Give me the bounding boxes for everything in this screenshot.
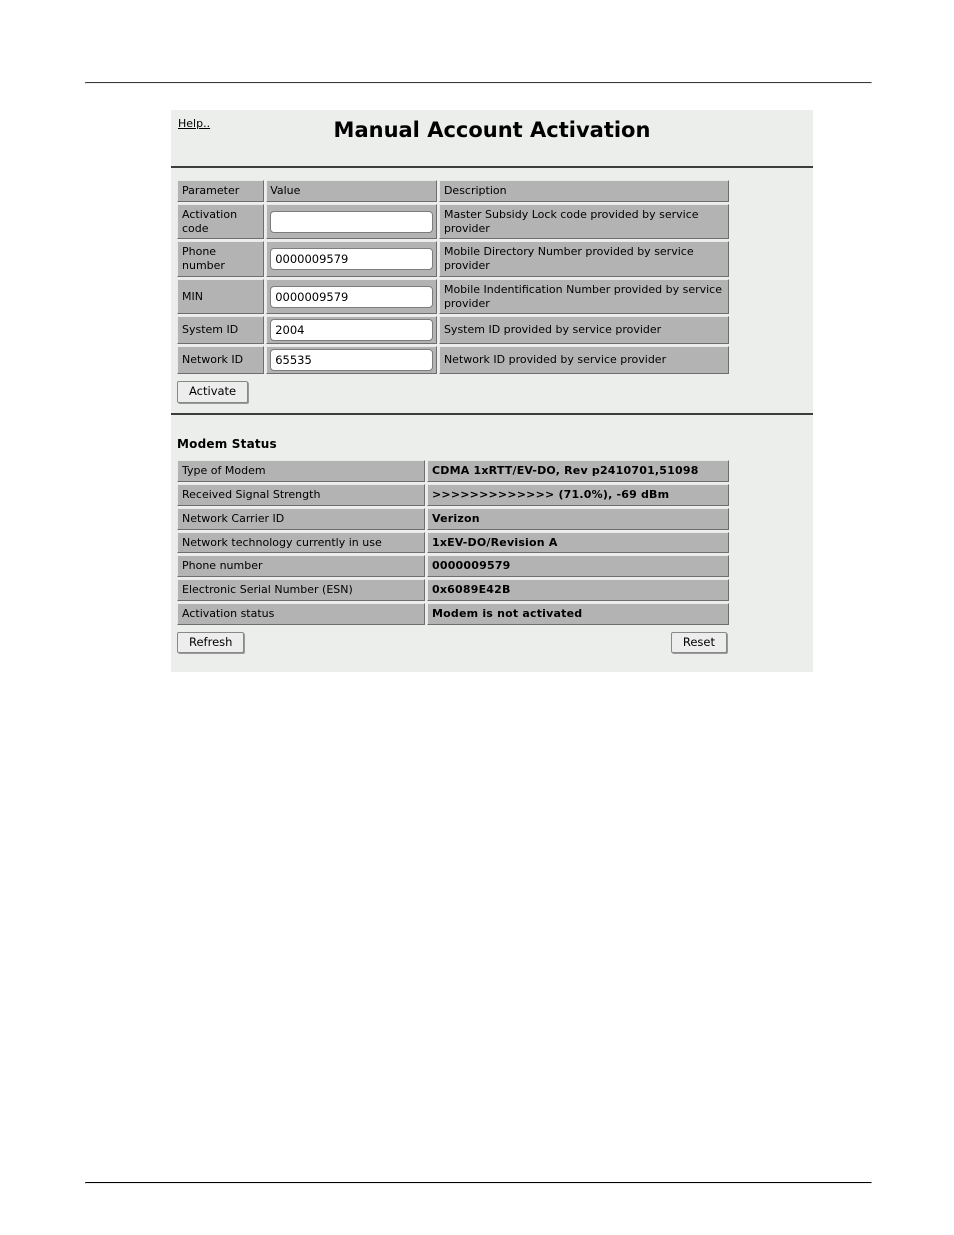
activation-form-section: Parameter Value Description Activation c… xyxy=(171,168,813,404)
activate-button[interactable]: Activate xyxy=(177,381,249,404)
reset-button[interactable]: Reset xyxy=(670,631,727,654)
status-value-esn: 0x6089E42B xyxy=(427,579,729,601)
param-label-min: MIN xyxy=(177,278,265,315)
param-value-cell-system-id xyxy=(266,316,437,345)
phone-number-input[interactable] xyxy=(270,248,433,270)
table-row: MIN Mobile Indentification Number provid… xyxy=(177,278,729,315)
status-label-network-technology: Network technology currently in use xyxy=(177,531,425,554)
activate-button-row: Activate xyxy=(177,381,813,404)
param-value-cell-activation-code xyxy=(266,203,437,240)
activation-parameter-table: Parameter Value Description Activation c… xyxy=(175,178,731,377)
param-description-phone-number: Mobile Directory Number provided by serv… xyxy=(438,241,729,277)
table-row: Activation code Master Subsidy Lock code… xyxy=(177,203,729,240)
table-row: Phone number 0000009579 xyxy=(177,555,729,577)
status-value-activation-status: Modem is not activated xyxy=(427,602,729,625)
modem-status-title: Modem Status xyxy=(177,437,277,452)
param-label-phone-number: Phone number xyxy=(177,241,265,277)
param-description-network-id: Network ID provided by service provider xyxy=(438,346,729,375)
modem-status-button-row: Refresh Reset xyxy=(177,631,813,654)
table-row: System ID System ID provided by service … xyxy=(177,316,729,345)
status-label-esn: Electronic Serial Number (ESN) xyxy=(177,579,425,601)
refresh-button[interactable]: Refresh xyxy=(177,631,245,654)
page-top-rule xyxy=(85,81,872,84)
status-value-phone-number: 0000009579 xyxy=(427,555,729,577)
status-label-phone-number: Phone number xyxy=(177,555,425,577)
table-row: Activation status Modem is not activated xyxy=(177,602,729,625)
table-row: Network Carrier ID Verizon xyxy=(177,507,729,530)
table-row: Type of Modem CDMA 1xRTT/EV-DO, Rev p241… xyxy=(177,460,729,482)
status-label-received-signal-strength: Received Signal Strength xyxy=(177,484,425,506)
param-label-system-id: System ID xyxy=(177,316,265,345)
activation-code-input[interactable] xyxy=(270,210,433,233)
table-row: Electronic Serial Number (ESN) 0x6089E42… xyxy=(177,579,729,601)
status-value-network-technology: 1xEV-DO/Revision A xyxy=(427,531,729,554)
status-label-type-of-modem: Type of Modem xyxy=(177,460,425,482)
param-description-system-id: System ID provided by service provider xyxy=(438,316,729,345)
param-value-cell-network-id xyxy=(266,346,437,375)
status-value-received-signal-strength: >>>>>>>>>>>>> (71.0%), -69 dBm xyxy=(427,484,729,506)
param-description-activation-code: Master Subsidy Lock code provided by ser… xyxy=(438,203,729,240)
column-header-description: Description xyxy=(438,180,729,202)
modem-status-section: Modem Status Type of Modem CDMA 1xRTT/EV… xyxy=(171,415,813,654)
column-header-parameter: Parameter xyxy=(177,180,265,202)
param-label-activation-code: Activation code xyxy=(177,203,265,240)
page-bottom-rule xyxy=(85,1181,872,1184)
status-label-activation-status: Activation status xyxy=(177,602,425,625)
param-description-min: Mobile Indentification Number provided b… xyxy=(438,278,729,315)
param-value-cell-phone-number xyxy=(266,241,437,277)
status-label-network-carrier-id: Network Carrier ID xyxy=(177,507,425,530)
modem-status-table: Type of Modem CDMA 1xRTT/EV-DO, Rev p241… xyxy=(175,458,731,627)
table-row: Network technology currently in use 1xEV… xyxy=(177,531,729,554)
param-value-cell-min xyxy=(266,278,437,315)
table-row: Received Signal Strength >>>>>>>>>>>>> (… xyxy=(177,484,729,506)
status-value-type-of-modem: CDMA 1xRTT/EV-DO, Rev p2410701,51098 xyxy=(427,460,729,482)
status-value-network-carrier-id: Verizon xyxy=(427,507,729,530)
column-header-value: Value xyxy=(266,180,437,202)
network-id-input[interactable] xyxy=(270,349,433,372)
table-row: Network ID Network ID provided by servic… xyxy=(177,346,729,375)
table-row: Phone number Mobile Directory Number pro… xyxy=(177,241,729,277)
panel-bottom-spacer xyxy=(171,664,813,672)
table-header-row: Parameter Value Description xyxy=(177,180,729,202)
param-label-network-id: Network ID xyxy=(177,346,265,375)
panel-header: Help.. Manual Account Activation xyxy=(171,110,813,166)
page-title: Manual Account Activation xyxy=(333,118,651,142)
system-id-input[interactable] xyxy=(270,319,433,342)
manual-account-activation-panel: Help.. Manual Account Activation Paramet… xyxy=(171,110,813,672)
min-input[interactable] xyxy=(270,285,433,308)
